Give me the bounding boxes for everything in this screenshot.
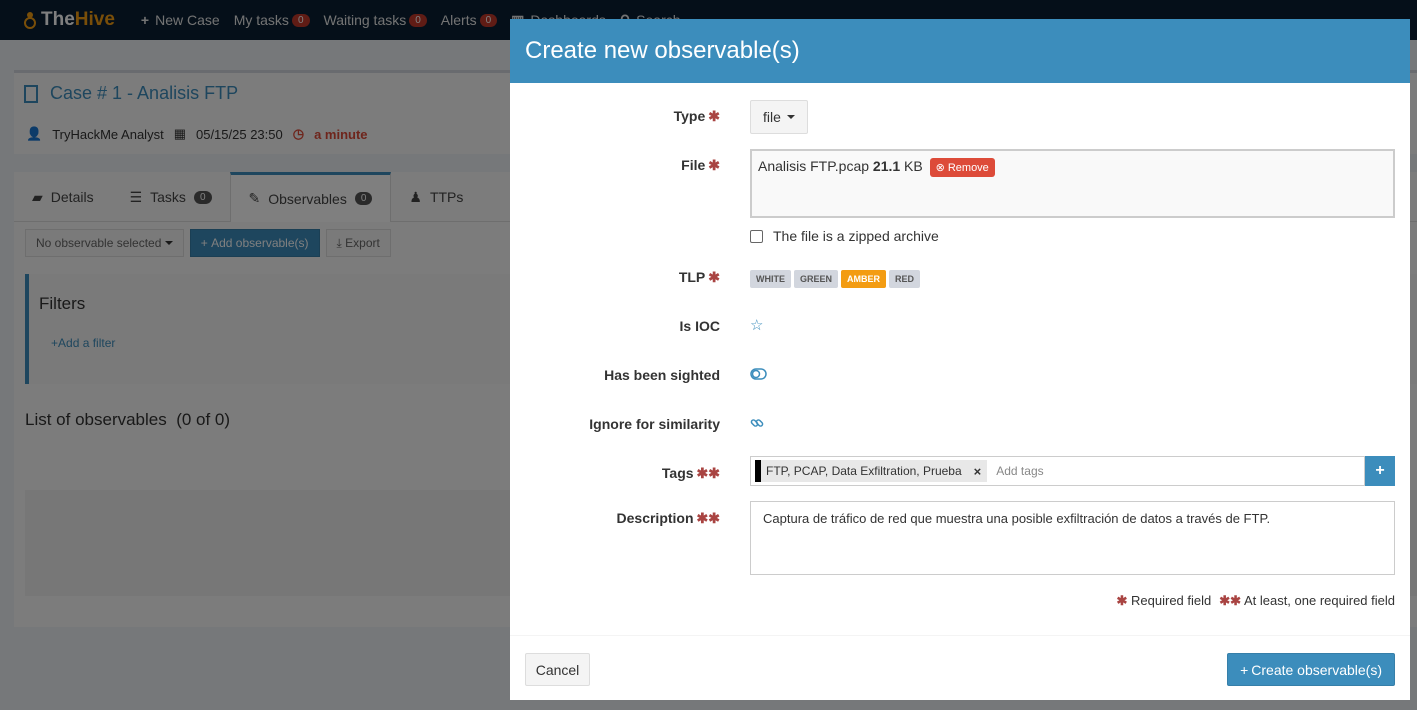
- type-dropdown[interactable]: file: [750, 100, 808, 134]
- tags-field: FTP, PCAP, Data Exfiltration, Prueba × Ad…: [750, 456, 1395, 486]
- one-required-marker: ✱✱: [1219, 593, 1242, 608]
- toggle-off-icon[interactable]: [750, 368, 767, 383]
- tlp-selector: WHITE GREEN AMBER RED: [750, 270, 921, 288]
- legend-required: Required field: [1131, 593, 1212, 608]
- required-marker: ✱: [708, 269, 720, 285]
- tags-label-text: Tags: [661, 465, 694, 481]
- required-marker: ✱: [708, 157, 720, 173]
- zipped-checkbox[interactable]: [750, 229, 763, 243]
- tlp-red[interactable]: RED: [889, 270, 921, 288]
- required-marker: ✱: [708, 108, 720, 124]
- tag-chip: FTP, PCAP, Data Exfiltration, Prueba ×: [755, 460, 988, 482]
- ignore-label: Ignore for similarity: [589, 416, 720, 432]
- star-icon[interactable]: ☆: [750, 316, 763, 334]
- plus-icon: +: [1375, 462, 1385, 479]
- times-circle-icon: ⊗: [935, 162, 945, 174]
- modal-title: Create new observable(s): [510, 19, 1410, 83]
- create-observable-modal: Create new observable(s) Type ✱ file File…: [510, 19, 1410, 700]
- remove-file-label: Remove: [947, 161, 989, 174]
- sighted-label: Has been sighted: [604, 367, 720, 383]
- description-label: Description ✱✱: [617, 510, 720, 527]
- tlp-label: TLP ✱: [679, 269, 720, 286]
- cancel-button[interactable]: Cancel: [525, 653, 590, 686]
- zipped-checkbox-row: The file is a zipped archive: [750, 228, 939, 244]
- modal-footer: Cancel + Create observable(s): [510, 635, 1410, 700]
- caret-down-icon: [786, 115, 795, 119]
- file-label-text: File: [681, 157, 706, 173]
- remove-file-button[interactable]: ⊗ Remove: [929, 158, 995, 177]
- tlp-green[interactable]: GREEN: [794, 270, 839, 288]
- one-required-marker: ✱✱: [696, 465, 720, 481]
- tags-label: Tags ✱✱: [662, 465, 720, 482]
- type-value: file: [763, 109, 781, 125]
- type-label: Type ✱: [674, 108, 720, 125]
- file-size: 21.1: [872, 158, 901, 175]
- tag-text: FTP, PCAP, Data Exfiltration, Prueba: [766, 464, 962, 478]
- remove-tag-icon[interactable]: ×: [974, 464, 982, 479]
- file-size-unit: KB: [904, 158, 923, 175]
- add-tag-button[interactable]: +: [1365, 456, 1395, 486]
- zipped-label: The file is a zipped archive: [773, 228, 939, 244]
- legend-one-required: At least, one required field: [1243, 593, 1395, 608]
- ioc-label: Is IOC: [679, 318, 720, 334]
- tlp-white[interactable]: WHITE: [750, 270, 791, 288]
- tlp-label-text: TLP: [678, 269, 706, 285]
- tlp-amber[interactable]: AMBER: [841, 270, 887, 288]
- required-marker: ✱: [1116, 593, 1128, 608]
- description-label-text: Description: [616, 510, 694, 526]
- file-dropzone[interactable]: Analisis FTP.pcap 21.1 KB ⊗ Remove: [750, 149, 1395, 218]
- tags-input[interactable]: FTP, PCAP, Data Exfiltration, Prueba × Ad…: [750, 456, 1365, 486]
- link-icon[interactable]: [750, 416, 764, 433]
- tag-color-bar: [755, 460, 761, 482]
- tags-placeholder: Add tags: [996, 464, 1044, 478]
- file-label: File ✱: [681, 157, 720, 174]
- create-observable-button[interactable]: + Create observable(s): [1227, 653, 1395, 686]
- type-label-text: Type: [673, 108, 706, 124]
- create-observable-label: Create observable(s): [1251, 661, 1382, 678]
- description-textarea[interactable]: Captura de tráfico de red que muestra un…: [750, 501, 1395, 575]
- file-name: Analisis FTP.pcap: [758, 158, 870, 175]
- required-legend: ✱ Required field ✱✱ At least, one requir…: [1117, 593, 1396, 609]
- plus-icon: +: [1240, 661, 1249, 678]
- one-required-marker: ✱✱: [696, 510, 720, 526]
